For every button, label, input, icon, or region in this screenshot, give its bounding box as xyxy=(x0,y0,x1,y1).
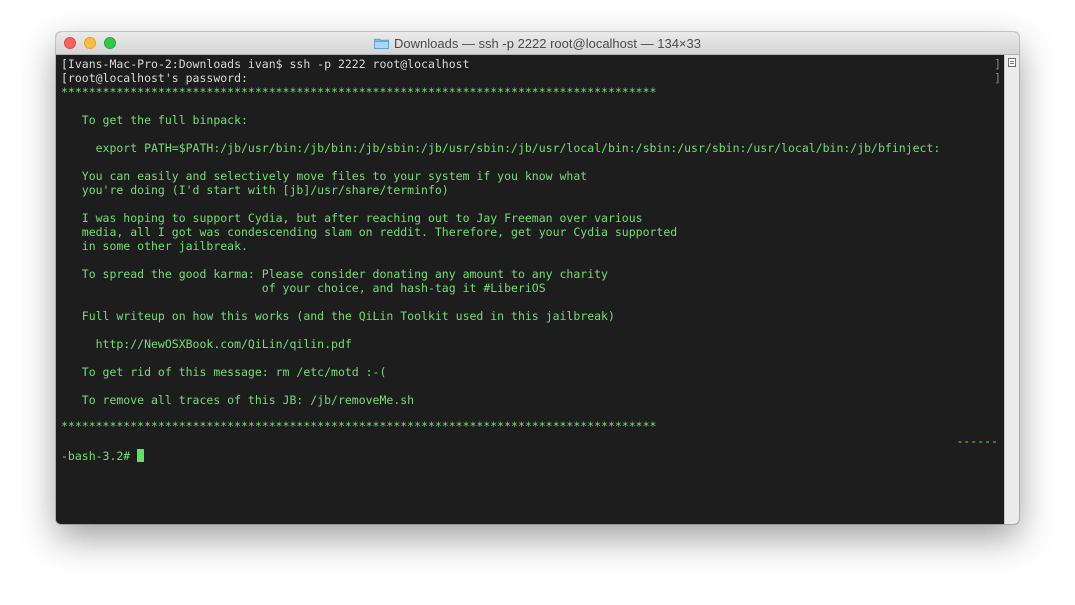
terminal-window: Downloads — ssh -p 2222 root@localhost —… xyxy=(56,32,1019,524)
folder-icon xyxy=(374,37,390,49)
ssh-command-line: [Ivans-Mac-Pro-2:Downloads ivan$ ssh -p … xyxy=(61,57,470,71)
text-cursor xyxy=(137,449,145,462)
separator-line: ****************************************… xyxy=(61,419,657,433)
motd-line: To spread the good karma: Please conside… xyxy=(61,267,608,281)
terminal-output[interactable]: [Ivans-Mac-Pro-2:Downloads ivan$ ssh -p … xyxy=(56,55,1004,524)
motd-line: Full writeup on how this works (and the … xyxy=(61,309,615,323)
terminal-scrollbar[interactable] xyxy=(1004,55,1019,524)
motd-line: To get rid of this message: rm /etc/motd… xyxy=(61,365,387,379)
scroll-marker-icon[interactable] xyxy=(1008,58,1016,67)
trailing-dashes: ------ xyxy=(956,434,998,448)
line-bracket: ] xyxy=(994,57,1001,71)
motd-line: media, all I got was condescending slam … xyxy=(61,225,678,239)
motd-line: http://NewOSXBook.com/QiLin/qilin.pdf xyxy=(61,337,352,351)
window-title: Downloads — ssh -p 2222 root@localhost —… xyxy=(56,32,1019,54)
motd-line: To remove all traces of this JB: /jb/rem… xyxy=(61,393,415,407)
motd-line: of your choice, and hash-tag it #LiberiO… xyxy=(61,281,546,295)
motd-line: To get the full binpack: xyxy=(61,113,248,127)
password-prompt-line: [root@localhost's password: xyxy=(61,71,248,85)
shell-prompt: -bash-3.2# xyxy=(61,449,138,463)
window-titlebar[interactable]: Downloads — ssh -p 2222 root@localhost —… xyxy=(56,32,1019,55)
motd-line: you're doing (I'd start with [jb]/usr/sh… xyxy=(61,183,449,197)
motd-line: I was hoping to support Cydia, but after… xyxy=(61,211,643,225)
motd-line: export PATH=$PATH:/jb/usr/bin:/jb/bin:/j… xyxy=(61,141,941,155)
window-title-text: Downloads — ssh -p 2222 root@localhost —… xyxy=(394,35,701,51)
line-bracket: ] xyxy=(994,71,1001,85)
shell-prompt-line[interactable]: -bash-3.2# xyxy=(61,449,145,463)
separator-line: ****************************************… xyxy=(61,85,657,99)
motd-line: in some other jailbreak. xyxy=(61,239,248,253)
motd-line: You can easily and selectively move file… xyxy=(61,169,588,183)
